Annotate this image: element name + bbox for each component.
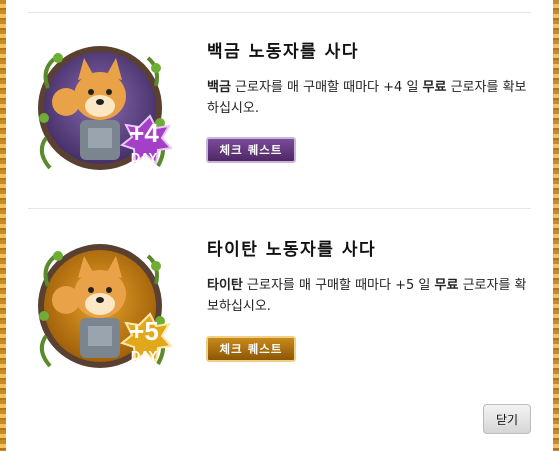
modal-panel: +4 DAY 백금 노동자를 사다 백금 근로자를 매 구매할 때마다 +4 일…: [6, 0, 553, 451]
desc-bold-free: 무료: [422, 80, 447, 95]
close-button[interactable]: 닫기: [483, 404, 531, 434]
platinum-worker-badge-icon: [38, 46, 173, 170]
check-quest-button-titan[interactable]: 체크 퀘스트: [206, 336, 296, 362]
offer-description-titan: 타이탄 근로자를 매 구매할 때마다 +5 일 무료 근로자를 확보하십시오.: [207, 275, 537, 317]
offer-title-titan: 타이탄 노동자를 사다: [207, 240, 377, 260]
top-divider: [28, 12, 531, 13]
frame-right: [553, 0, 559, 451]
desc-bold-tier: 백금: [207, 80, 231, 95]
desc-text-a: 근로자를 매 구매할 때마다 +5 일: [242, 278, 435, 293]
check-quest-button-platinum[interactable]: 체크 퀘스트: [206, 137, 296, 163]
offer-title-platinum: 백금 노동자를 사다: [207, 42, 359, 62]
offer-description-platinum: 백금 근로자를 매 구매할 때마다 +4 일 무료 근로자를 확보하십시오.: [207, 77, 537, 119]
badge-unit-2: DAY: [130, 348, 158, 363]
desc-text-a: 근로자를 매 구매할 때마다 +4 일: [230, 80, 423, 95]
desc-bold-tier: 타이탄: [207, 278, 243, 293]
badge-number-2: +5: [129, 316, 159, 346]
titan-worker-badge-icon: [38, 244, 173, 368]
middle-divider: [28, 208, 531, 209]
badge-unit-1: DAY: [130, 150, 158, 165]
desc-bold-free: 무료: [434, 278, 459, 293]
badge-number-1: +4: [129, 118, 159, 148]
